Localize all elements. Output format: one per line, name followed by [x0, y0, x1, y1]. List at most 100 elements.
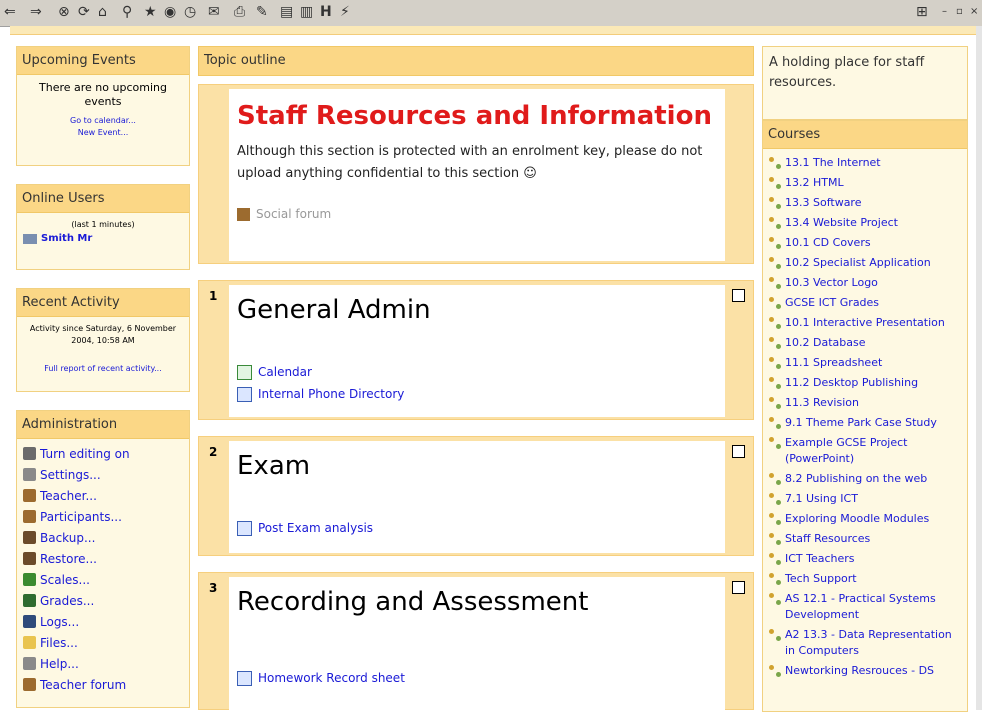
social-forum-label: Social forum: [256, 207, 332, 221]
administration-title: Administration: [17, 411, 189, 439]
section-2-highlight-checkbox[interactable]: [732, 445, 745, 458]
full-report-link[interactable]: Full report of recent activity...: [23, 363, 183, 375]
course-icon: [769, 513, 781, 525]
messenger-icon[interactable]: ▥: [300, 3, 313, 21]
course-icon: [769, 665, 781, 677]
admin-item[interactable]: Scales...: [23, 569, 183, 590]
admin-item[interactable]: Teacher...: [23, 485, 183, 506]
admin-item[interactable]: Restore...: [23, 548, 183, 569]
admin-item[interactable]: Participants...: [23, 506, 183, 527]
h-icon[interactable]: H: [320, 3, 332, 21]
new-event-link[interactable]: New Event...: [23, 127, 183, 139]
course-label: A2 13.3 - Data Representation in Compute…: [785, 628, 952, 657]
history-icon[interactable]: ◷: [184, 3, 196, 21]
forward-icon[interactable]: ⇒: [30, 3, 42, 21]
online-user[interactable]: Smith Mr: [23, 233, 183, 244]
admin-item[interactable]: Backup...: [23, 527, 183, 548]
course-link[interactable]: A2 13.3 - Data Representation in Compute…: [769, 625, 961, 661]
course-link[interactable]: 10.2 Database: [769, 333, 961, 353]
course-icon: [769, 473, 781, 485]
course-link[interactable]: 13.3 Software: [769, 193, 961, 213]
home-icon[interactable]: ⌂: [98, 3, 107, 21]
section-1-highlight-checkbox[interactable]: [732, 289, 745, 302]
course-link[interactable]: 10.3 Vector Logo: [769, 273, 961, 293]
admin-item[interactable]: Logs...: [23, 611, 183, 632]
course-icon: [769, 177, 781, 189]
online-period: (last 1 minutes): [71, 220, 135, 229]
administration-block: Administration Turn editing on Settings..…: [16, 410, 190, 708]
back-icon[interactable]: ⇐: [4, 3, 16, 21]
search-icon[interactable]: ⚲: [122, 3, 132, 21]
course-description: A holding place for staff resources.: [769, 55, 925, 90]
restore-icon[interactable]: ▫: [956, 3, 963, 21]
homework-record-link[interactable]: Homework Record sheet: [237, 667, 725, 689]
minimize-icon[interactable]: –: [942, 3, 947, 21]
admin-item[interactable]: Files...: [23, 632, 183, 653]
course-icon: [769, 217, 781, 229]
course-link[interactable]: 13.4 Website Project: [769, 213, 961, 233]
pencil-icon: [23, 447, 36, 460]
course-label: 11.3 Revision: [785, 396, 859, 409]
favorites-icon[interactable]: ★: [144, 3, 157, 21]
course-link[interactable]: 10.1 CD Covers: [769, 233, 961, 253]
course-link[interactable]: 10.2 Specialist Application: [769, 253, 961, 273]
admin-item-label: Files...: [40, 635, 78, 650]
calendar-icon: [237, 364, 252, 380]
post-exam-link[interactable]: Post Exam analysis: [237, 517, 725, 539]
online-user-name: Smith Mr: [41, 233, 93, 244]
close-icon[interactable]: ×: [970, 3, 978, 21]
admin-item[interactable]: Grades...: [23, 590, 183, 611]
course-icon: [769, 417, 781, 429]
section-3-highlight-checkbox[interactable]: [732, 581, 745, 594]
settings-icon: [23, 468, 36, 481]
course-link[interactable]: Staff Resources: [769, 529, 961, 549]
go-to-calendar-link[interactable]: Go to calendar...: [23, 115, 183, 127]
calendar-label: Calendar: [258, 365, 312, 379]
section-3: 3 Recording and Assessment Homework Reco…: [198, 572, 754, 711]
tools-icon[interactable]: ⚡: [340, 3, 350, 21]
teacher-icon: [23, 489, 36, 502]
course-link[interactable]: 10.1 Interactive Presentation: [769, 313, 961, 333]
social-forum-link[interactable]: Social forum: [237, 203, 725, 225]
edit-icon[interactable]: ✎: [256, 3, 268, 21]
vertical-scrollbar[interactable]: [976, 26, 982, 710]
post-exam-label: Post Exam analysis: [258, 521, 374, 535]
admin-list: Turn editing on Settings... Teacher... Part…: [17, 439, 189, 701]
course-link[interactable]: ICT Teachers: [769, 549, 961, 569]
admin-item[interactable]: Turn editing on: [23, 443, 183, 464]
phone-directory-link[interactable]: Internal Phone Directory: [237, 383, 725, 405]
course-icon: [769, 593, 781, 605]
course-link[interactable]: Exploring Moodle Modules: [769, 509, 961, 529]
media-icon[interactable]: ◉: [164, 3, 176, 21]
course-icon: [769, 257, 781, 269]
course-link[interactable]: 11.3 Revision: [769, 393, 961, 413]
course-link[interactable]: GCSE ICT Grades: [769, 293, 961, 313]
user-icon: [23, 233, 37, 244]
course-link[interactable]: Tech Support: [769, 569, 961, 589]
upcoming-events-block: Upcoming Events There are no upcoming ev…: [16, 46, 190, 166]
course-link[interactable]: 11.1 Spreadsheet: [769, 353, 961, 373]
course-link[interactable]: Example GCSE Project (PowerPoint): [769, 433, 961, 469]
admin-item[interactable]: Teacher forum: [23, 674, 183, 695]
course-link[interactable]: 9.1 Theme Park Case Study: [769, 413, 961, 433]
course-icon: [769, 337, 781, 349]
course-label: AS 12.1 - Practical Systems Development: [785, 592, 936, 621]
admin-item[interactable]: Settings...: [23, 464, 183, 485]
course-link[interactable]: AS 12.1 - Practical Systems Development: [769, 589, 961, 625]
refresh-icon[interactable]: ⟳: [78, 3, 90, 21]
course-link[interactable]: 8.2 Publishing on the web: [769, 469, 961, 489]
course-link[interactable]: Newtorking Resrouces - DS: [769, 661, 961, 681]
course-label: 10.3 Vector Logo: [785, 276, 878, 289]
course-link[interactable]: 7.1 Using ICT: [769, 489, 961, 509]
course-link[interactable]: 13.2 HTML: [769, 173, 961, 193]
admin-item[interactable]: Help...: [23, 653, 183, 674]
course-link[interactable]: 13.1 The Internet: [769, 153, 961, 173]
courses-list: 13.1 The Internet 13.2 HTML 13.3 Software 1…: [763, 149, 967, 687]
mail-icon[interactable]: ✉: [208, 3, 220, 21]
calendar-link[interactable]: Calendar: [237, 361, 725, 383]
course-link[interactable]: 11.2 Desktop Publishing: [769, 373, 961, 393]
discuss-icon[interactable]: ▤: [280, 3, 293, 21]
course-icon: [769, 297, 781, 309]
stop-icon[interactable]: ⊗: [58, 3, 70, 21]
print-icon[interactable]: ⎙: [234, 3, 245, 21]
